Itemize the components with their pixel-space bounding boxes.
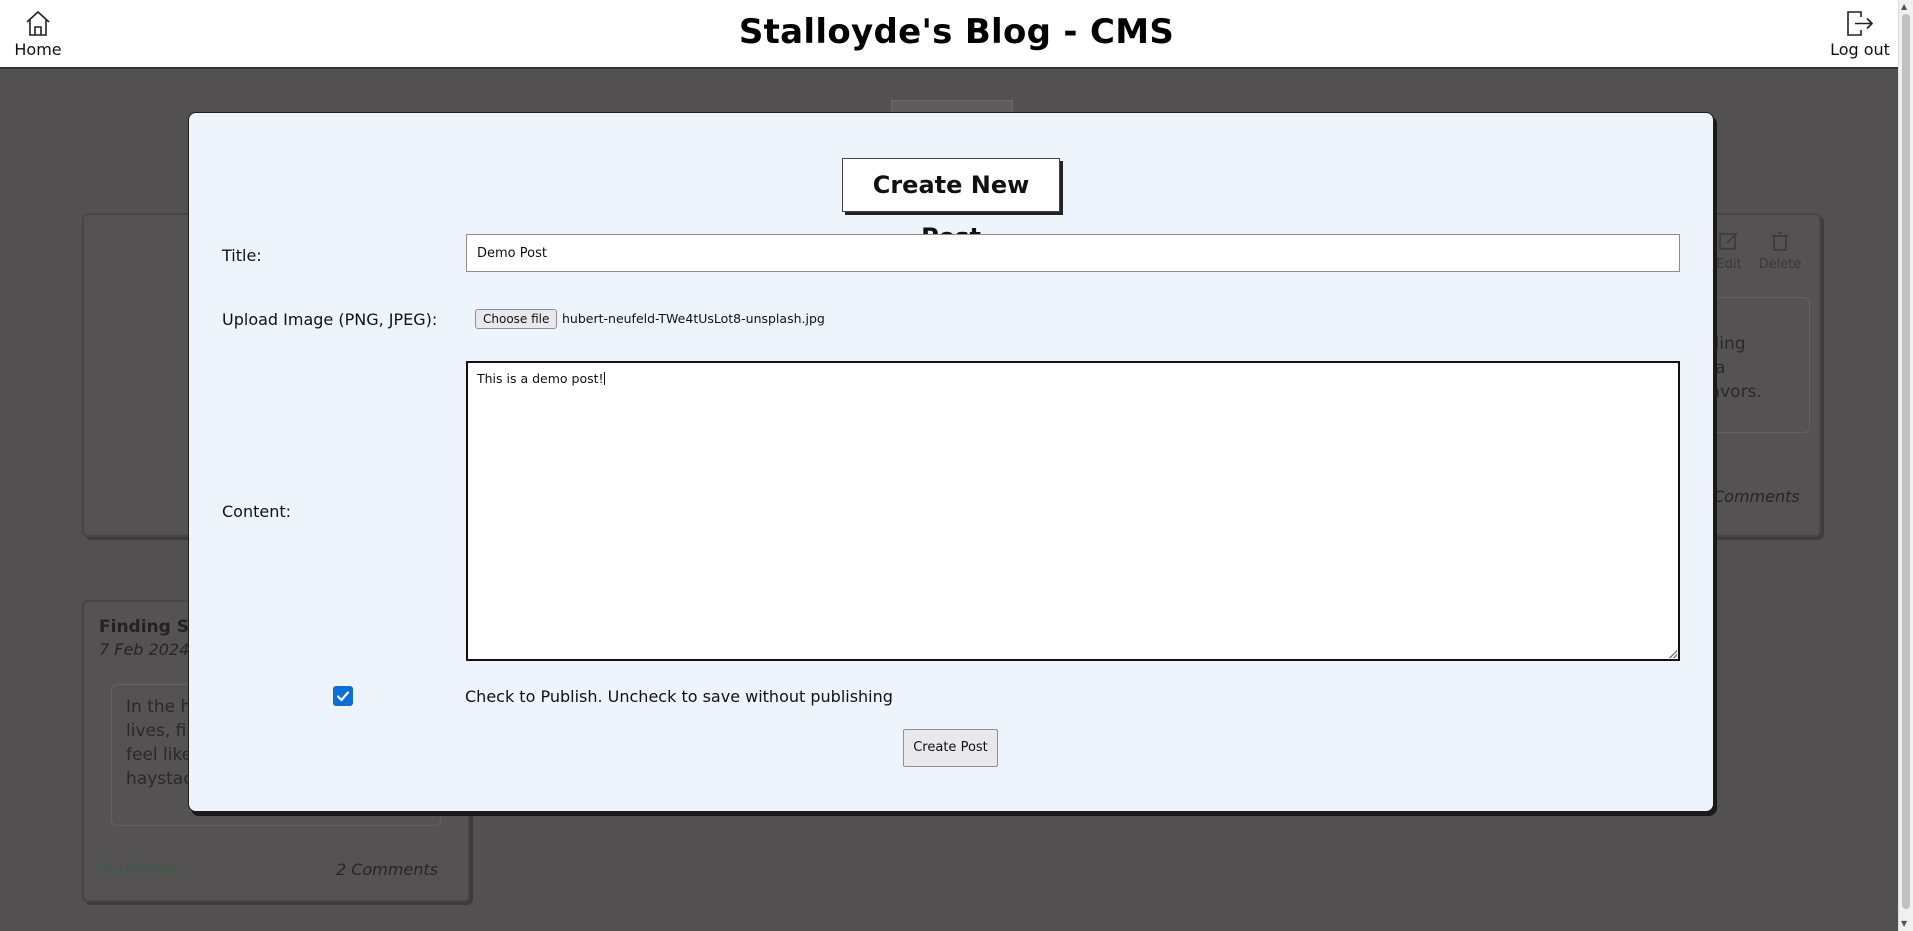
create-post-modal: Create New Post Title: Upload Image (PNG… (188, 112, 1714, 812)
post-status-bg: Published (99, 860, 177, 879)
scroll-up-arrow-icon[interactable]: ▲ (1901, 2, 1907, 12)
delete-label: Delete (1758, 257, 1802, 272)
trash-icon (1772, 232, 1788, 251)
delete-button-bg: Delete (1754, 229, 1806, 272)
selected-file-name: hubert-neufeld-TWe4tUsLot8-unsplash.jpg (562, 311, 825, 326)
resize-handle[interactable] (1669, 650, 1677, 658)
page-scrollbar[interactable]: ▲ ▼ (1898, 0, 1913, 931)
content-label: Content: (222, 502, 292, 521)
logout-button[interactable]: Log out (1825, 8, 1895, 59)
edit-icon (1719, 232, 1738, 250)
modal-heading: Create New Post (842, 158, 1060, 251)
top-navbar: Home Stalloyde's Blog - CMS Log out (0, 0, 1913, 69)
comments-count-bg: 2 Comments (336, 860, 438, 879)
logout-icon (1847, 11, 1874, 36)
scroll-thumb[interactable] (1902, 14, 1910, 909)
post-date-bg: 7 Feb 2024 (99, 640, 190, 659)
edit-label: Edit (1716, 257, 1742, 272)
choose-file-button[interactable]: Choose file (475, 309, 558, 329)
edit-button-bg: Edit (1709, 229, 1749, 272)
upload-image-label: Upload Image (PNG, JPEG): (222, 310, 438, 329)
site-title: Stalloyde's Blog - CMS (738, 12, 1175, 52)
publish-checkbox[interactable] (333, 686, 353, 706)
content-textarea[interactable]: This is a demo post! (466, 361, 1680, 661)
title-input[interactable] (466, 234, 1680, 272)
logout-label: Log out (1830, 40, 1890, 59)
title-label: Title: (222, 246, 262, 265)
create-post-button[interactable]: Create Post (903, 729, 998, 767)
scroll-down-arrow-icon[interactable]: ▼ (1901, 919, 1907, 929)
post-title-bg: Finding So (99, 617, 201, 637)
checkmark-icon (336, 691, 350, 702)
publish-label: Check to Publish. Uncheck to save withou… (465, 687, 893, 706)
text-caret (603, 372, 605, 385)
comments-count-bg: Comments (1713, 487, 1800, 506)
content-text: This is a demo post! (477, 371, 604, 386)
